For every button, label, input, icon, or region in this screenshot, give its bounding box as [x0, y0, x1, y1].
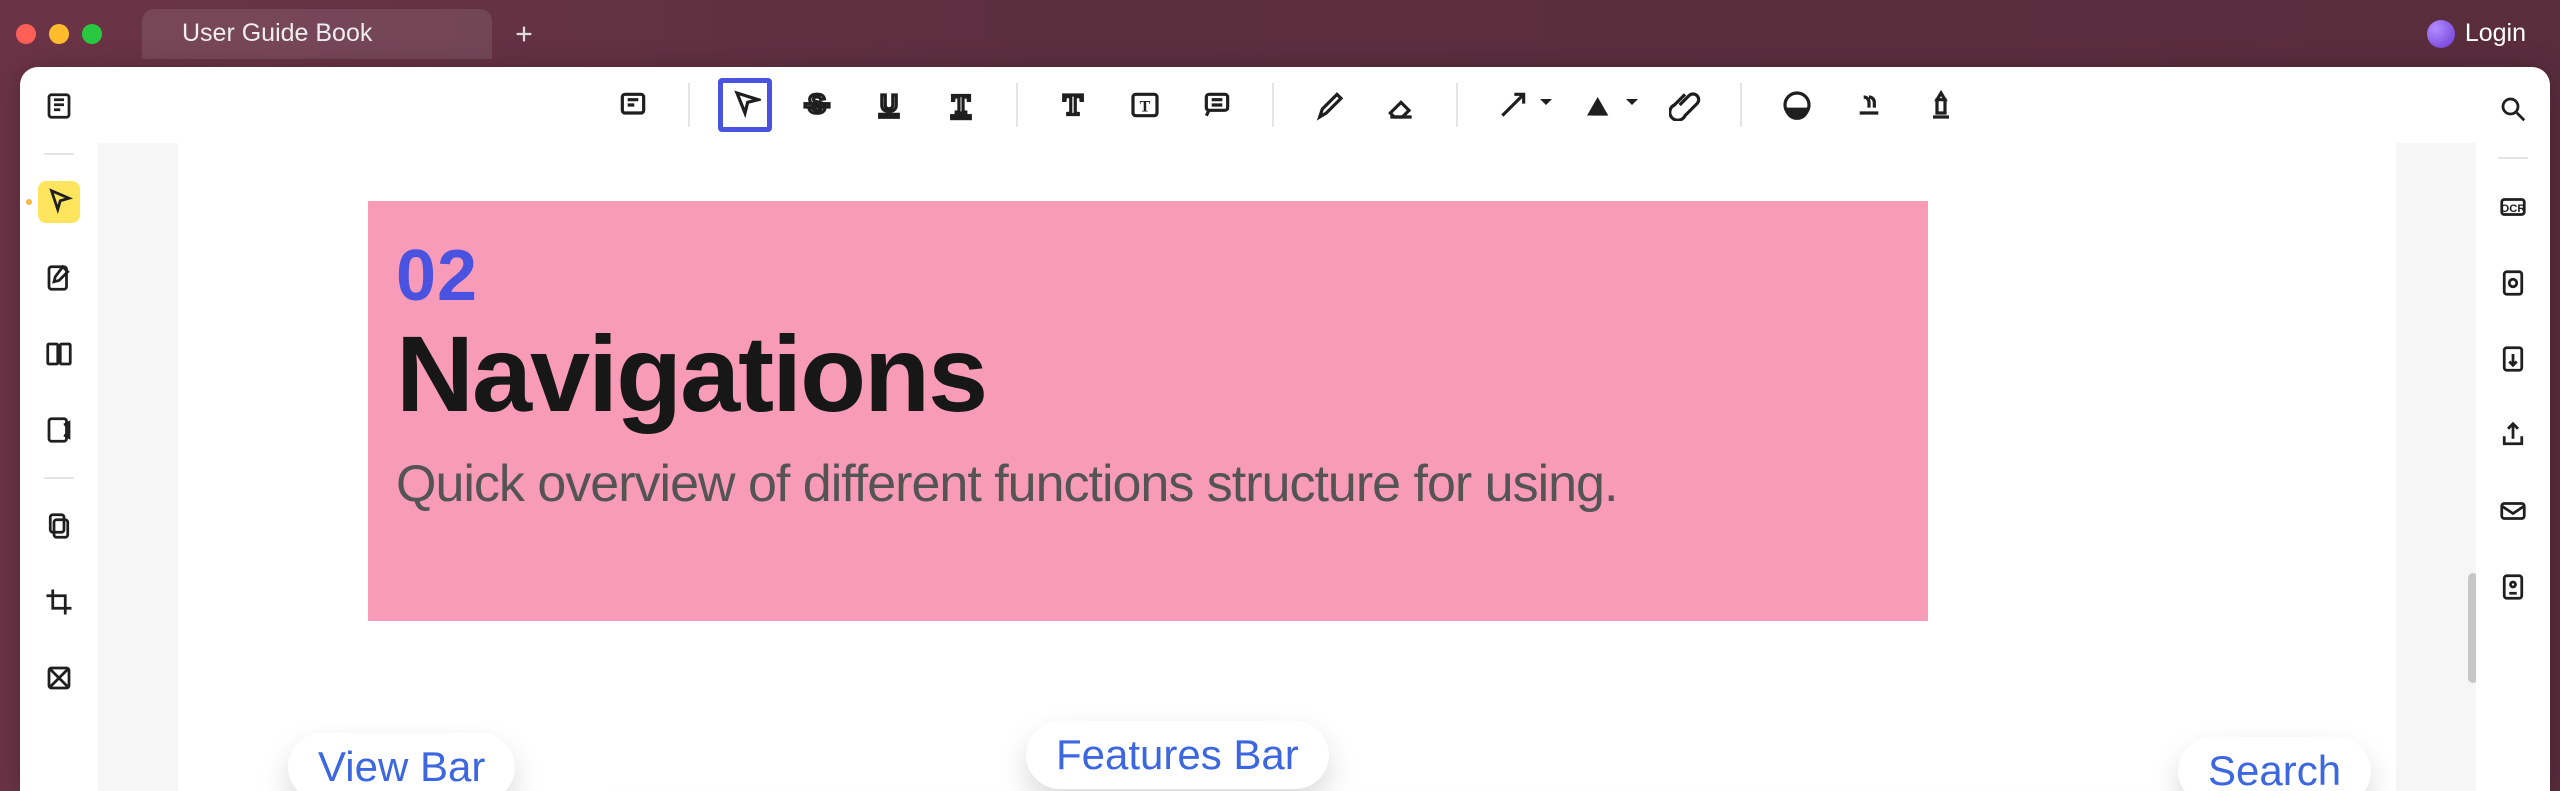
chapter-banner: 02 Navigations Quick overview of differe… — [368, 201, 1928, 621]
read-mode-icon[interactable] — [2493, 263, 2533, 303]
traffic-lights — [16, 24, 102, 44]
chapter-number: 02 — [396, 235, 1900, 317]
toolbar-divider — [1272, 83, 1274, 127]
login-label: Login — [2465, 19, 2526, 48]
document-viewport[interactable]: 02 Navigations Quick overview of differe… — [98, 143, 2476, 791]
thumbnails-icon[interactable] — [38, 85, 80, 127]
eraser-icon[interactable] — [1374, 78, 1428, 132]
chapter-subtitle: Quick overview of different functions st… — [396, 454, 1900, 514]
highlighter-icon[interactable] — [718, 78, 772, 132]
window-chrome: User Guide Book Login — [0, 0, 2560, 67]
callout-icon[interactable] — [1190, 78, 1244, 132]
svg-text:T: T — [1140, 99, 1151, 116]
document-tabs: User Guide Book — [142, 0, 546, 67]
bookmark-icon[interactable] — [38, 333, 80, 375]
textbox-icon[interactable]: T — [1118, 78, 1172, 132]
avatar-icon — [2427, 20, 2455, 48]
toolbar-divider — [1456, 83, 1458, 127]
label-features-bar: Features Bar — [1026, 721, 1329, 789]
strikethrough-icon[interactable]: S — [790, 78, 844, 132]
attachments-icon[interactable] — [38, 505, 80, 547]
share-icon[interactable] — [2493, 415, 2533, 455]
pencil-icon[interactable] — [1302, 78, 1356, 132]
search-icon[interactable] — [2493, 89, 2533, 129]
signature-icon[interactable] — [1842, 78, 1896, 132]
redact-icon[interactable] — [1914, 78, 1968, 132]
sidebar-separator — [2498, 157, 2528, 159]
underline-icon[interactable]: U — [862, 78, 916, 132]
scrollbar-thumb[interactable] — [2468, 573, 2476, 683]
features-toolbar: S U T T T — [98, 67, 2476, 143]
minimize-window-button[interactable] — [49, 24, 69, 44]
arrow-icon[interactable] — [1486, 78, 1540, 132]
form-tool-icon[interactable] — [38, 409, 80, 451]
more-tools-icon[interactable] — [38, 657, 80, 699]
toolbar-divider — [1016, 83, 1018, 127]
shapes-icon[interactable] — [1572, 78, 1626, 132]
left-sidebar — [20, 67, 98, 791]
stamp-icon[interactable] — [1770, 78, 1824, 132]
close-window-button[interactable] — [16, 24, 36, 44]
page-setup-icon[interactable] — [2493, 339, 2533, 379]
print-icon[interactable] — [2493, 567, 2533, 607]
email-icon[interactable] — [2493, 491, 2533, 531]
comment-tool-icon[interactable] — [38, 181, 80, 223]
svg-text:T: T — [1063, 89, 1083, 121]
label-view-bar: View Bar — [288, 733, 515, 791]
maximize-window-button[interactable] — [82, 24, 102, 44]
chapter-title: Navigations — [396, 311, 1900, 436]
tab-title: User Guide Book — [182, 19, 372, 48]
svg-text:OCR: OCR — [2501, 203, 2526, 215]
edit-tool-icon[interactable] — [38, 257, 80, 299]
new-tab-button[interactable] — [502, 12, 546, 56]
text-icon[interactable]: T — [1046, 78, 1100, 132]
ocr-icon[interactable]: OCR — [2493, 187, 2533, 227]
document-page: 02 Navigations Quick overview of differe… — [178, 143, 2396, 791]
right-sidebar: OCR — [2476, 67, 2550, 791]
toolbar-divider — [688, 83, 690, 127]
toolbar-divider — [1740, 83, 1742, 127]
active-indicator-icon — [24, 197, 34, 207]
note-icon[interactable] — [606, 78, 660, 132]
crop-icon[interactable] — [38, 581, 80, 623]
sidebar-separator — [44, 477, 74, 479]
sidebar-separator — [44, 153, 74, 155]
text-color-icon[interactable]: T — [934, 78, 988, 132]
attachment-icon[interactable] — [1658, 78, 1712, 132]
label-search: Search — [2178, 737, 2371, 791]
login-button[interactable]: Login — [2427, 19, 2526, 48]
app-frame: OCR S U T — [20, 67, 2550, 791]
document-tab-active[interactable]: User Guide Book — [142, 9, 492, 59]
